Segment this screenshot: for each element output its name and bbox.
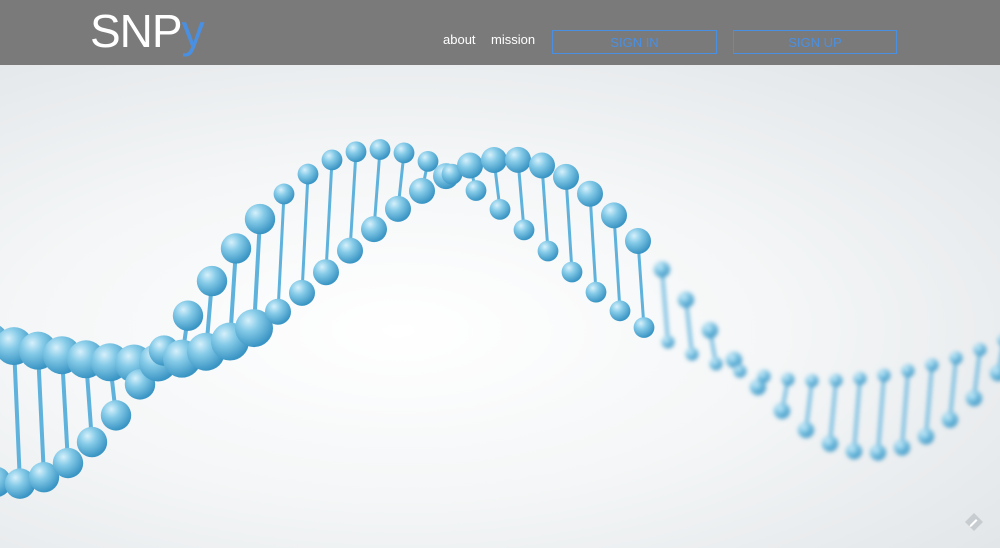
helix-rung [276,193,286,312]
helix-bead [537,240,559,262]
helix-bead [661,335,675,349]
helix-bead [625,227,651,254]
site-header: SNPy about mission SIGN IN SIGN UP [0,0,1000,65]
helix-bead [220,233,252,264]
helix-bead [337,237,363,264]
helix-rung [684,299,694,355]
helix-bead [702,322,718,339]
helix-bead [321,149,343,171]
helix-rung [852,378,862,452]
helix-bead [529,152,555,179]
nav-about-link[interactable]: about [443,32,476,48]
helix-bead [901,364,915,378]
helix-bead [297,163,319,185]
helix-bead [966,390,982,407]
helix-bead [577,180,603,207]
helix-bead [172,300,204,331]
sign-up-button[interactable]: SIGN UP [733,30,897,54]
nav-mission-link[interactable]: mission [491,32,535,48]
hero-image [0,65,1000,548]
helix-bead [465,180,487,201]
helix-bead [774,402,790,419]
helix-bead [877,368,891,382]
helix-rung [588,193,598,293]
helix-bead [313,259,339,286]
helix-bead [417,150,439,172]
helix-bead [601,202,627,229]
helix-bead [853,372,867,385]
logo[interactable]: SNPy [90,5,205,57]
helix-bead [513,219,535,241]
helix-bead [505,146,531,173]
helix-bead [265,298,291,325]
helix-bead [289,279,315,306]
helix-bead [822,435,838,452]
dna-helix-illustration [0,139,1000,499]
helix-rung [348,151,358,251]
helix-bead [585,281,607,303]
helix-bead [973,343,987,357]
helix-bead [409,177,435,204]
helix-bead [489,198,511,220]
helix-bead [829,373,843,387]
helix-rung [636,240,646,328]
helix-bead [798,421,814,438]
helix-rung [948,357,958,420]
helix-bead [918,428,934,445]
helix-rung [900,370,910,448]
helix-bead [990,365,1000,382]
helix-bead [553,163,579,190]
helix-bead [654,261,670,278]
helix-bead [369,139,391,160]
helix-rung [324,159,334,273]
helix-bead [781,373,795,386]
helix-bead [385,195,411,222]
helix-bead [925,358,939,372]
helix-rung [300,173,310,293]
helix-bead [609,300,631,322]
helix-rung [660,269,670,343]
helix-bead [100,400,132,431]
helix-bead [561,261,583,283]
helix-bead [196,265,228,297]
helix-bead [757,369,771,383]
helix-bead [733,364,747,378]
sign-in-button[interactable]: SIGN IN [552,30,717,54]
helix-bead [894,439,910,456]
helix-bead [345,141,367,163]
logo-accent: y [181,5,205,57]
helix-bead [273,183,295,205]
helix-rung [828,380,838,444]
helix-bead [244,203,276,235]
helix-bead [678,291,694,308]
helix-bead [685,347,699,361]
helix-bead [846,443,862,460]
helix-bead [457,152,483,179]
helix-rung [876,375,886,453]
pencil-icon[interactable] [964,512,984,532]
helix-bead [942,411,958,428]
helix-rung [564,176,574,273]
helix-bead [709,357,723,371]
helix-bead [870,444,886,461]
helix-rung [612,215,622,311]
helix-bead [52,447,84,479]
helix-bead [949,351,963,365]
helix-bead [481,146,507,173]
helix-rung [12,346,22,484]
helix-bead [393,142,415,164]
logo-main: SNP [90,5,183,57]
helix-bead [76,426,108,458]
helix-rung [924,364,934,437]
helix-bead [805,374,819,388]
helix-bead [633,317,655,338]
helix-bead [361,216,387,243]
